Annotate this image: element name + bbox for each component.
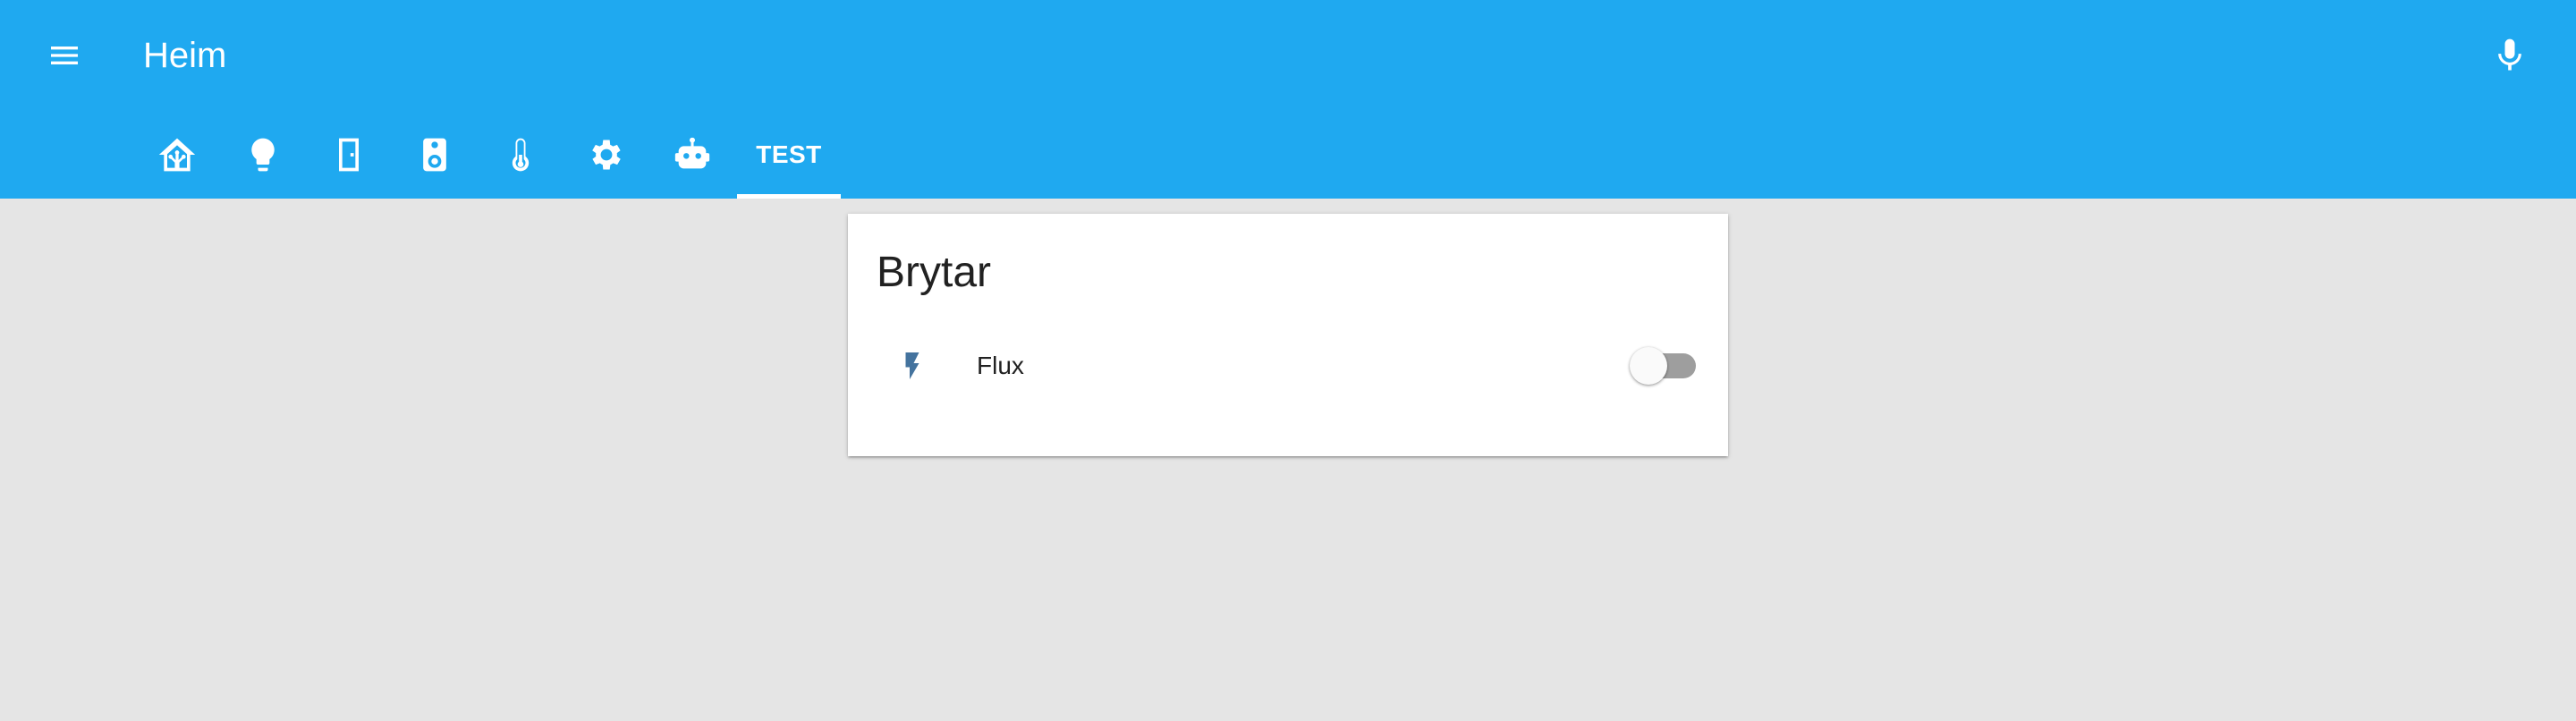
menu-icon (51, 47, 78, 64)
voice-command-button[interactable] (2483, 27, 2537, 84)
flash-icon (905, 352, 919, 379)
app-header: Heim TEST (0, 0, 2576, 199)
app-title: Heim (143, 36, 227, 75)
tab-automation[interactable] (649, 111, 735, 199)
tab-media[interactable] (392, 111, 478, 199)
speaker-icon (423, 138, 446, 172)
tab-doors[interactable] (306, 111, 392, 199)
menu-button[interactable] (36, 30, 93, 81)
settings-icon (592, 140, 621, 170)
tab-settings[interactable] (564, 111, 649, 199)
tab-test[interactable]: TEST (737, 111, 841, 199)
view-tabs: TEST (134, 111, 841, 199)
thermometer-icon (512, 138, 530, 172)
robot-icon (674, 137, 710, 169)
tab-lights[interactable] (220, 111, 306, 199)
card-title: Brytar (877, 249, 992, 296)
microphone-icon (2498, 38, 2521, 71)
toolbar: Heim (0, 0, 2576, 111)
tab-home[interactable] (134, 111, 220, 199)
door-icon (339, 138, 359, 172)
toggle-thumb (1630, 347, 1667, 385)
entity-name-flux: Flux (977, 352, 1024, 379)
switches-card: Brytar Flux (848, 214, 1728, 456)
flux-toggle-switch[interactable] (1630, 346, 1698, 386)
lightbulb-icon (251, 138, 275, 172)
home-assistant-icon (158, 138, 196, 172)
tab-climate[interactable] (478, 111, 564, 199)
